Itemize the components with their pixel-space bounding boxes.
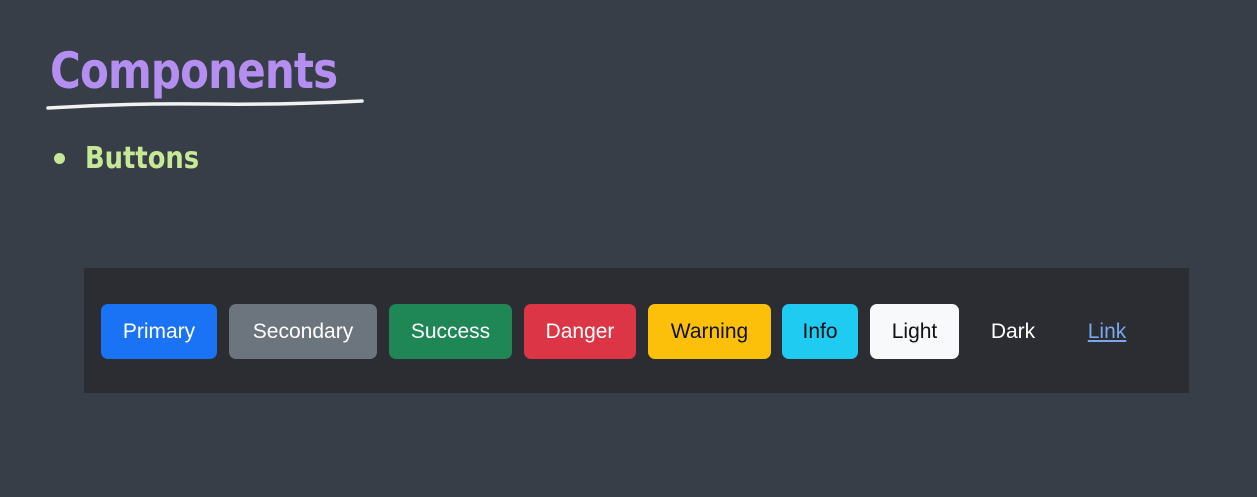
dark-button-label: Dark: [990, 319, 1036, 343]
success-button[interactable]: Success: [389, 304, 512, 359]
primary-button[interactable]: Primary: [101, 304, 217, 359]
secondary-button-label: Secondary: [252, 319, 354, 343]
secondary-button[interactable]: Secondary: [229, 304, 377, 359]
link-button-label: Link: [1087, 319, 1127, 343]
light-button-label: Light: [891, 319, 938, 343]
danger-button-label: Danger: [545, 319, 615, 343]
warning-button-label: Warning: [670, 319, 749, 343]
success-button-label: Success: [410, 319, 491, 343]
bullet-item: Buttons: [54, 138, 218, 178]
warning-button[interactable]: Warning: [648, 304, 771, 359]
title-underline: [46, 99, 364, 110]
bullet-text: Buttons: [85, 140, 200, 176]
link-button[interactable]: Link: [1067, 304, 1147, 359]
slide-title: Components: [50, 42, 338, 100]
dark-button[interactable]: Dark: [971, 304, 1055, 359]
danger-button[interactable]: Danger: [524, 304, 636, 359]
light-button[interactable]: Light: [870, 304, 959, 359]
primary-button-label: Primary: [122, 319, 196, 343]
bullet-dot: [54, 152, 65, 164]
info-button-label: Info: [802, 319, 838, 343]
info-button[interactable]: Info: [782, 304, 858, 359]
button-demo-bar: Primary Secondary Success Danger Warning…: [84, 268, 1189, 393]
